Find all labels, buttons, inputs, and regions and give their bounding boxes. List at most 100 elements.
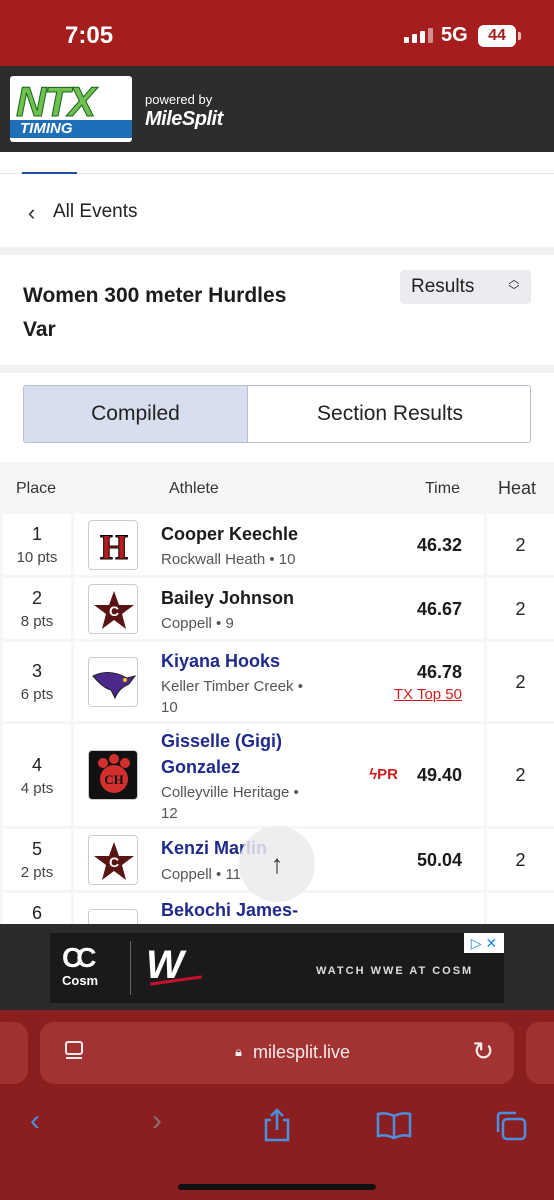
tab-compiled[interactable]: Compiled bbox=[24, 386, 248, 442]
forward-icon[interactable]: › bbox=[152, 1104, 162, 1138]
header-heat: Heat bbox=[498, 478, 537, 498]
back-icon[interactable]: ‹ bbox=[30, 1104, 40, 1138]
svg-text:CH: CH bbox=[104, 772, 124, 787]
table-row[interactable]: 1 10 pts H Cooper Keechle Rockwall Heath… bbox=[0, 514, 554, 578]
view-select[interactable]: Results ︿ ﹀ bbox=[400, 270, 531, 304]
results-tabs: Compiled Section Results bbox=[23, 385, 531, 443]
athlete-name: Cooper Keechle bbox=[161, 524, 299, 544]
tab-section-results[interactable]: Section Results bbox=[248, 386, 530, 442]
ad-creative[interactable]: CC Cosm W WATCH WWE AT COSM ▷ ✕ bbox=[50, 933, 504, 1003]
reader-mode-icon[interactable] bbox=[64, 1040, 84, 1062]
cosm-label: Cosm bbox=[62, 973, 99, 988]
top-nav-strip bbox=[0, 152, 554, 174]
svg-text:H: H bbox=[100, 527, 128, 567]
team-logo: CH bbox=[88, 750, 138, 800]
athlete-team: Keller Timber Creek • bbox=[161, 678, 303, 695]
share-icon[interactable] bbox=[262, 1108, 292, 1142]
pr-badge: ϟPR bbox=[369, 766, 398, 783]
header-athlete: Athlete bbox=[169, 480, 219, 497]
address-bar[interactable]: 🔒︎ milesplit.live ↻ bbox=[40, 1022, 514, 1084]
ad-banner[interactable]: CC Cosm W WATCH WWE AT COSM ▷ ✕ bbox=[0, 924, 554, 1010]
heat-value: 2 bbox=[515, 535, 526, 555]
svg-text:C: C bbox=[109, 854, 119, 870]
header-place: Place bbox=[16, 480, 57, 497]
athlete-cell: Kiyana Hooks Keller Timber Creek • 10 46… bbox=[74, 642, 484, 721]
athlete-time: 46.67 bbox=[416, 599, 462, 619]
athlete-cell: H Cooper Keechle Rockwall Heath • 10 46.… bbox=[74, 514, 484, 575]
next-tab-peek[interactable] bbox=[526, 1022, 554, 1084]
milesplit-logo[interactable]: MileSplit bbox=[145, 108, 223, 131]
brand-header: NTX TIMING powered by MileSplit bbox=[0, 66, 554, 152]
heat-value: 2 bbox=[515, 672, 526, 692]
wwe-logo: W bbox=[146, 943, 184, 987]
tabs-section: Compiled Section Results bbox=[0, 373, 554, 462]
prev-tab-peek[interactable] bbox=[0, 1022, 28, 1084]
ad-text: WATCH WWE AT COSM bbox=[316, 965, 474, 977]
home-indicator[interactable] bbox=[178, 1184, 376, 1190]
place-number: 6 bbox=[31, 903, 42, 923]
athlete-time: 46.32 bbox=[416, 535, 462, 555]
team-logo: H bbox=[88, 909, 138, 924]
logo-top-text: NTX bbox=[16, 78, 97, 126]
divider bbox=[0, 247, 554, 255]
table-row[interactable]: 4 4 pts CH Gisselle (Gigi) Gonzalez Coll… bbox=[0, 724, 554, 829]
network-type: 5G bbox=[441, 24, 468, 46]
header-time: Time bbox=[425, 480, 460, 497]
lightning-icon: ϟ bbox=[369, 766, 378, 783]
svg-text:C: C bbox=[109, 603, 119, 619]
active-nav-indicator bbox=[22, 172, 77, 174]
heat-cell: 2 bbox=[487, 578, 554, 639]
battery-icon: 44 bbox=[478, 25, 521, 47]
place-number: 4 bbox=[31, 755, 42, 775]
place-points: 6 pts bbox=[20, 686, 54, 703]
back-to-events-link[interactable]: ‹ All Events bbox=[0, 175, 554, 247]
browser-chrome: 🔒︎ milesplit.live ↻ ‹ › bbox=[0, 1010, 554, 1200]
bookmarks-icon[interactable] bbox=[376, 1112, 412, 1140]
place-number: 3 bbox=[31, 661, 42, 681]
signal-icon bbox=[404, 28, 433, 43]
divider bbox=[0, 365, 554, 373]
table-row[interactable]: 3 6 pts Kiyana Hooks Keller Timber Creek… bbox=[0, 642, 554, 724]
place-points: 2 pts bbox=[20, 864, 54, 881]
place-cell: 3 6 pts bbox=[3, 642, 71, 721]
ntx-timing-logo[interactable]: NTX TIMING bbox=[10, 76, 132, 142]
place-cell: 6 bbox=[3, 893, 71, 924]
team-logo: H bbox=[88, 520, 138, 570]
reload-icon[interactable]: ↻ bbox=[472, 1036, 494, 1067]
tabs-icon[interactable] bbox=[494, 1110, 528, 1142]
athlete-name-link[interactable]: Kiyana Hooks bbox=[161, 648, 280, 674]
heat-cell: 2 bbox=[487, 724, 554, 826]
athlete-cell: CH Gisselle (Gigi) Gonzalez Colleyville … bbox=[74, 724, 484, 826]
ad-divider bbox=[130, 941, 131, 995]
athlete-name-link-cont[interactable]: Gonzalez bbox=[161, 754, 240, 780]
table-row[interactable]: 2 8 pts C Bailey Johnson Coppell • 9 46.… bbox=[0, 578, 554, 642]
athlete-time: 49.40 bbox=[416, 765, 462, 785]
heat-value: 2 bbox=[515, 599, 526, 619]
place-cell: 5 2 pts bbox=[3, 829, 71, 890]
athlete-team: Coppell • 9 bbox=[161, 615, 234, 632]
place-number: 5 bbox=[31, 839, 42, 859]
athlete-team: Rockwall Heath • 10 bbox=[161, 551, 296, 568]
place-points: 8 pts bbox=[20, 613, 54, 630]
place-number: 2 bbox=[31, 588, 42, 608]
results-page: ‹ All Events Women 300 meter Hurdles Var… bbox=[0, 152, 554, 924]
clock: 7:05 bbox=[65, 22, 114, 49]
svg-text:H: H bbox=[100, 916, 128, 924]
arrow-up-icon: ↑ bbox=[270, 848, 284, 879]
athlete-name-link[interactable]: Gisselle (Gigi) bbox=[161, 728, 282, 754]
updown-chevron-icon: ︿ ﹀ bbox=[508, 274, 520, 297]
place-number: 1 bbox=[31, 524, 42, 544]
event-header: Women 300 meter Hurdles Var Results ︿ ﹀ bbox=[0, 255, 554, 365]
athlete-grade: 12 bbox=[161, 805, 178, 822]
tx-top50-badge[interactable]: TX Top 50 bbox=[394, 686, 462, 703]
team-logo: C bbox=[88, 584, 138, 634]
place-points: 10 pts bbox=[16, 549, 58, 566]
logo-bottom-text: TIMING bbox=[10, 120, 132, 138]
athlete-cell: C Bailey Johnson Coppell • 9 46.67 bbox=[74, 578, 484, 639]
athlete-team: Colleyville Heritage • bbox=[161, 784, 299, 801]
team-logo bbox=[88, 657, 138, 707]
ad-choices-close-icon[interactable]: ▷ ✕ bbox=[464, 933, 504, 953]
scroll-to-top-button[interactable]: ↑ bbox=[239, 826, 315, 902]
team-logo: C bbox=[88, 835, 138, 885]
athlete-time: 46.78 bbox=[416, 662, 462, 682]
